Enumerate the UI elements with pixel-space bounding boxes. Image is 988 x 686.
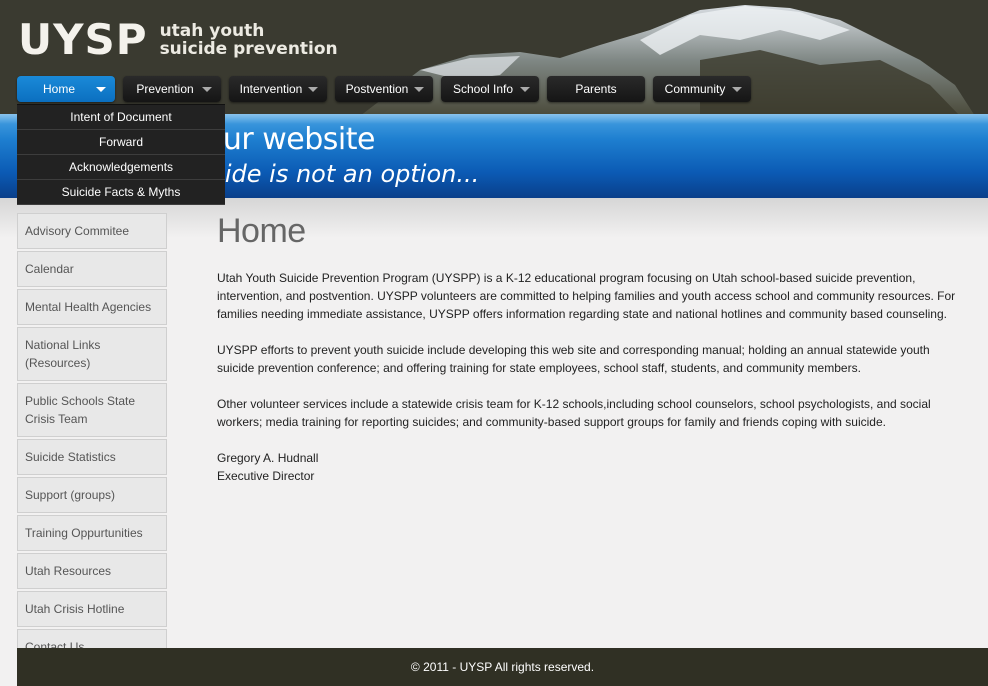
dropdown-item-facts-myths[interactable]: Suicide Facts & Myths xyxy=(17,180,225,205)
sidebar-item-training[interactable]: Training Oppurtunities xyxy=(17,515,167,551)
nav-parents[interactable]: Parents xyxy=(547,76,645,102)
dropdown-item-forward[interactable]: Forward xyxy=(17,130,225,155)
sidebar-item-support-groups[interactable]: Support (groups) xyxy=(17,477,167,513)
main-content: Home Utah Youth Suicide Prevention Progr… xyxy=(217,212,969,485)
page: UYSP utah youth suicide prevention our w… xyxy=(0,0,988,686)
chevron-down-icon xyxy=(520,87,530,92)
nav-school-info[interactable]: School Info xyxy=(441,76,539,102)
nav-postvention[interactable]: Postvention xyxy=(335,76,433,102)
sidebar-item-crisis-hotline[interactable]: Utah Crisis Hotline xyxy=(17,591,167,627)
dropdown-item-acknowledgements[interactable]: Acknowledgements xyxy=(17,155,225,180)
copyright-text: © 2011 - UYSP All rights reserved. xyxy=(410,660,595,674)
intro-paragraph: Utah Youth Suicide Prevention Program (U… xyxy=(217,271,956,321)
nav-label: Community xyxy=(664,82,726,96)
nav-home[interactable]: Home xyxy=(17,76,115,102)
chevron-down-icon xyxy=(96,87,106,92)
sidebar-item-mental-health-agencies[interactable]: Mental Health Agencies xyxy=(17,289,167,325)
dropdown-item-intent[interactable]: Intent of Document xyxy=(17,105,225,130)
sidebar-item-advisory-committee[interactable]: Advisory Commitee xyxy=(17,213,167,249)
sidebar-item-suicide-statistics[interactable]: Suicide Statistics xyxy=(17,439,167,475)
page-title: Home xyxy=(217,212,306,250)
nav-label: Parents xyxy=(575,82,617,96)
sidebar-nav: Advisory Commitee Calendar Mental Health… xyxy=(17,213,167,667)
logo-line-1: utah youth xyxy=(159,21,265,41)
signature-title: Executive Director xyxy=(217,469,315,483)
home-dropdown-menu: Intent of Document Forward Acknowledgeme… xyxy=(17,104,225,205)
nav-intervention[interactable]: Intervention xyxy=(229,76,327,102)
logo-mark: UYSP xyxy=(18,15,148,64)
banner-title: our website xyxy=(205,122,375,157)
chevron-down-icon xyxy=(202,87,212,92)
nav-label: School Info xyxy=(452,82,514,96)
chevron-down-icon xyxy=(732,87,742,92)
logo-line-2: suicide prevention xyxy=(159,39,338,59)
site-footer: © 2011 - UYSP All rights reserved. xyxy=(17,648,988,686)
signature-name: Gregory A. Hudnall xyxy=(217,451,319,465)
site-logo[interactable]: UYSP utah youth suicide prevention xyxy=(18,18,338,62)
banner-subtitle: icide is not an option... xyxy=(205,160,480,188)
sidebar-item-calendar[interactable]: Calendar xyxy=(17,251,167,287)
efforts-paragraph: UYSPP efforts to prevent youth suicide i… xyxy=(217,343,930,375)
nav-community[interactable]: Community xyxy=(653,76,751,102)
nav-label: Intervention xyxy=(239,82,303,96)
nav-label: Home xyxy=(42,82,75,96)
nav-label: Postvention xyxy=(345,82,409,96)
logo-text: utah youth suicide prevention xyxy=(160,22,338,58)
chevron-down-icon xyxy=(414,87,424,92)
nav-label: Prevention xyxy=(136,82,194,96)
sidebar-item-national-links[interactable]: National Links (Resources) xyxy=(17,327,167,381)
sidebar-item-utah-resources[interactable]: Utah Resources xyxy=(17,553,167,589)
chevron-down-icon xyxy=(308,87,318,92)
sidebar-item-crisis-team[interactable]: Public Schools State Crisis Team xyxy=(17,383,167,437)
nav-prevention[interactable]: Prevention xyxy=(123,76,221,102)
services-paragraph: Other volunteer services include a state… xyxy=(217,397,931,429)
